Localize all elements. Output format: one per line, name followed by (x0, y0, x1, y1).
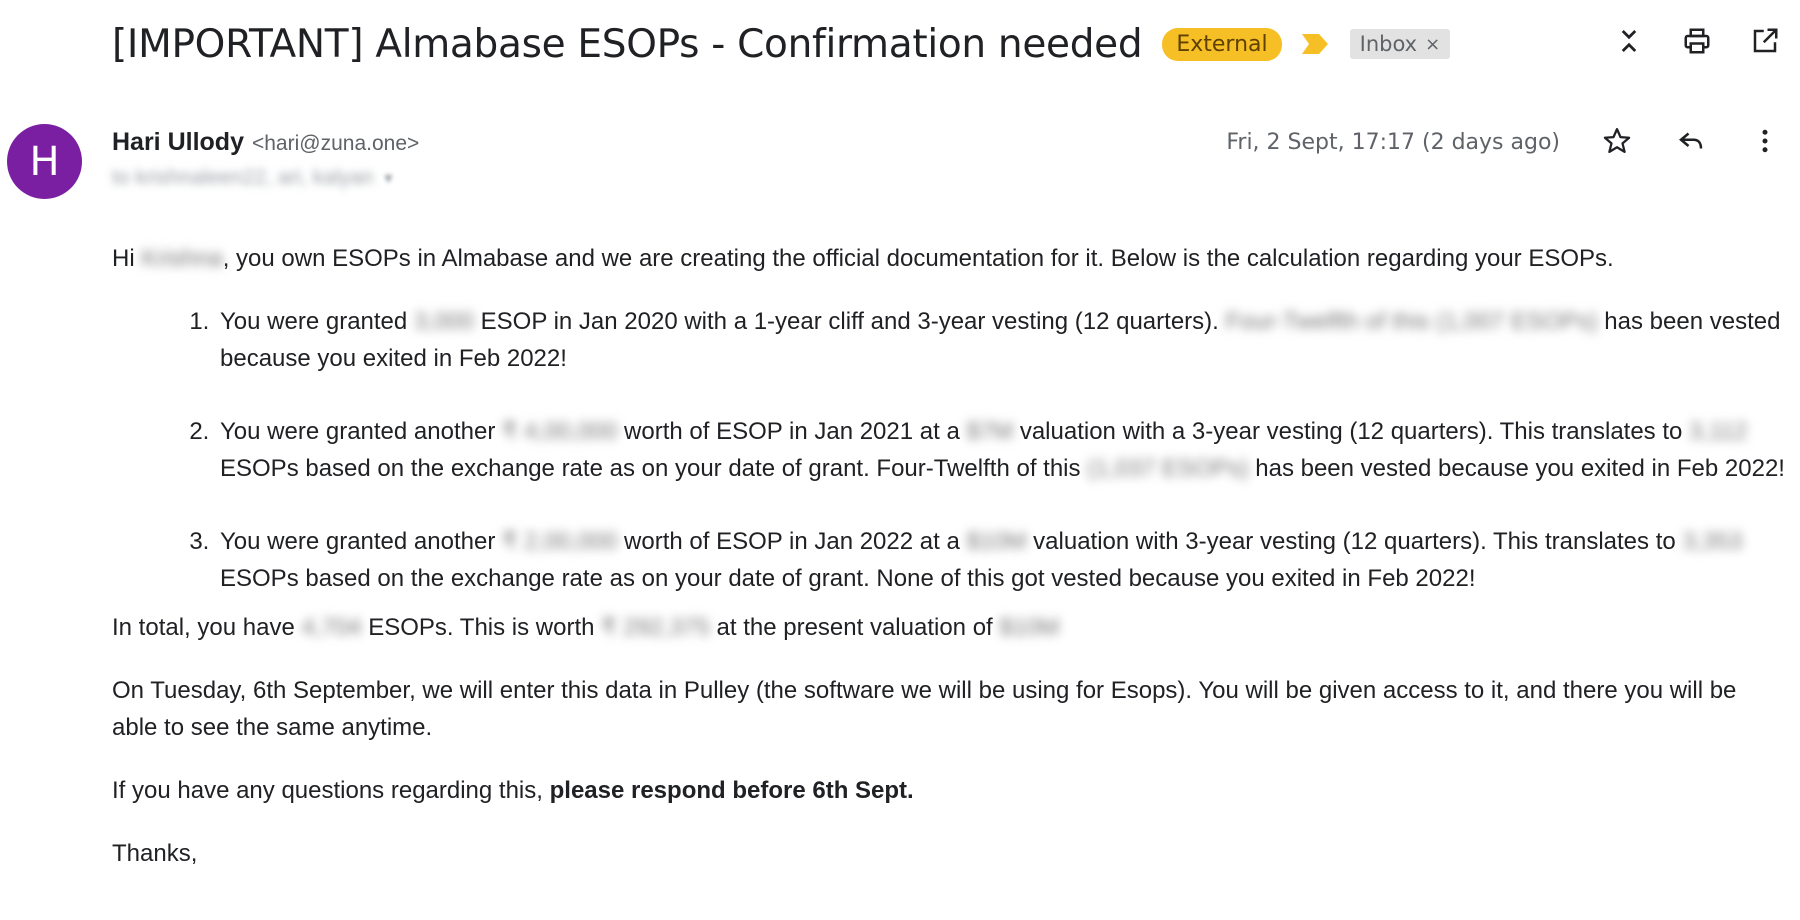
pulley-paragraph: On Tuesday, 6th September, we will enter… (112, 677, 1737, 741)
recipient-details[interactable]: to krishnaleen22, ari, kalyan ▼ (112, 166, 395, 190)
remove-label-icon[interactable]: × (1425, 34, 1440, 55)
redacted-value: 4,704 (301, 614, 362, 641)
redacted-value: ₹ 2,00,000 (502, 528, 618, 555)
esop-list: You were granted 3,000 ESOP in Jan 2020 … (112, 303, 1788, 597)
list-item: You were granted another ₹ 2,00,000 wort… (216, 523, 1788, 597)
item-text: You were granted another (220, 418, 502, 445)
redacted-value: Four-Twelfth of this (1,007 ESOPs) (1225, 308, 1598, 335)
redacted-name: Krishna (141, 245, 223, 272)
questions-deadline: please respond before 6th Sept. (549, 777, 914, 804)
open-new-window-icon[interactable] (1748, 24, 1782, 58)
email-subject: [IMPORTANT] Almabase ESOPs - Confirmatio… (112, 21, 1143, 67)
item-text: worth of ESOP in Jan 2022 at a (617, 528, 967, 555)
total-text: ESOPs. This is worth (361, 614, 602, 641)
item-text: ESOPs based on the exchange rate as on y… (220, 455, 1088, 482)
item-text: ESOP in Jan 2020 with a 1-year cliff and… (473, 308, 1226, 335)
item-text: You were granted another (220, 528, 502, 555)
external-label[interactable]: External (1162, 27, 1282, 61)
item-text: valuation with a 3-year vesting (12 quar… (1013, 418, 1690, 445)
closing-text: Thanks, (112, 840, 198, 867)
redacted-value: 3,112 (1689, 418, 1748, 445)
message-date: Fri, 2 Sept, 17:17 (2 days ago) (1226, 130, 1560, 155)
total-paragraph: In total, you have 4,704 ESOPs. This is … (112, 609, 1788, 646)
item-text: valuation with 3-year vesting (12 quarte… (1026, 528, 1683, 555)
chevron-down-icon[interactable]: ▼ (382, 170, 396, 186)
redacted-value: (1,037 ESOPs) (1087, 455, 1249, 482)
message-body: Hi Krishna, you own ESOPs in Almabase an… (112, 240, 1788, 898)
more-vert-icon[interactable] (1748, 124, 1782, 158)
list-item: You were granted another ₹ 4,00,000 wort… (216, 413, 1788, 487)
greeting-text: Hi (112, 245, 142, 272)
total-text: at the present valuation of (709, 614, 1000, 641)
item-text: You were granted (220, 308, 414, 335)
redacted-value: $10M (999, 614, 1060, 641)
item-text: has been vested because you exited in Fe… (1248, 455, 1785, 482)
redacted-value: ₹ 4,00,000 (502, 418, 618, 445)
list-item: You were granted 3,000 ESOP in Jan 2020 … (216, 303, 1788, 377)
sender-email: <hari@zuna.one> (251, 132, 420, 155)
importance-marker-icon[interactable] (1300, 31, 1330, 57)
sender-row: Hari Ullody <hari@zuna.one> (112, 128, 419, 157)
recipient-list: to krishnaleen22, ari, kalyan (112, 166, 374, 189)
subject-row: [IMPORTANT] Almabase ESOPs - Confirmatio… (112, 14, 1780, 74)
avatar: H (7, 124, 82, 199)
thread-actions (1612, 24, 1782, 58)
inbox-label[interactable]: Inbox × (1349, 29, 1451, 59)
print-icon[interactable] (1680, 24, 1714, 58)
questions-paragraph: If you have any questions regarding this… (112, 772, 1788, 809)
item-text: worth of ESOP in Jan 2021 at a (617, 418, 967, 445)
redacted-value: $10M (966, 528, 1027, 555)
message-actions (1600, 124, 1782, 158)
item-text: ESOPs based on the exchange rate as on y… (220, 565, 1476, 592)
redacted-value: 3,353 (1682, 528, 1743, 555)
redacted-value: $7M (966, 418, 1014, 445)
total-text: In total, you have (112, 614, 302, 641)
questions-text: If you have any questions regarding this… (112, 777, 550, 804)
redacted-value: 3,000 (413, 308, 474, 335)
collapse-icon[interactable] (1612, 24, 1646, 58)
sender-name[interactable]: Hari Ullody (112, 128, 244, 157)
reply-icon[interactable] (1674, 124, 1708, 158)
greeting-paragraph: Hi Krishna, you own ESOPs in Almabase an… (112, 240, 1788, 277)
inbox-label-text: Inbox (1359, 32, 1418, 56)
redacted-value: ₹ 292,375 (601, 614, 710, 641)
greeting-text-rest: , you own ESOPs in Almabase and we are c… (222, 245, 1614, 272)
star-icon[interactable] (1600, 124, 1634, 158)
